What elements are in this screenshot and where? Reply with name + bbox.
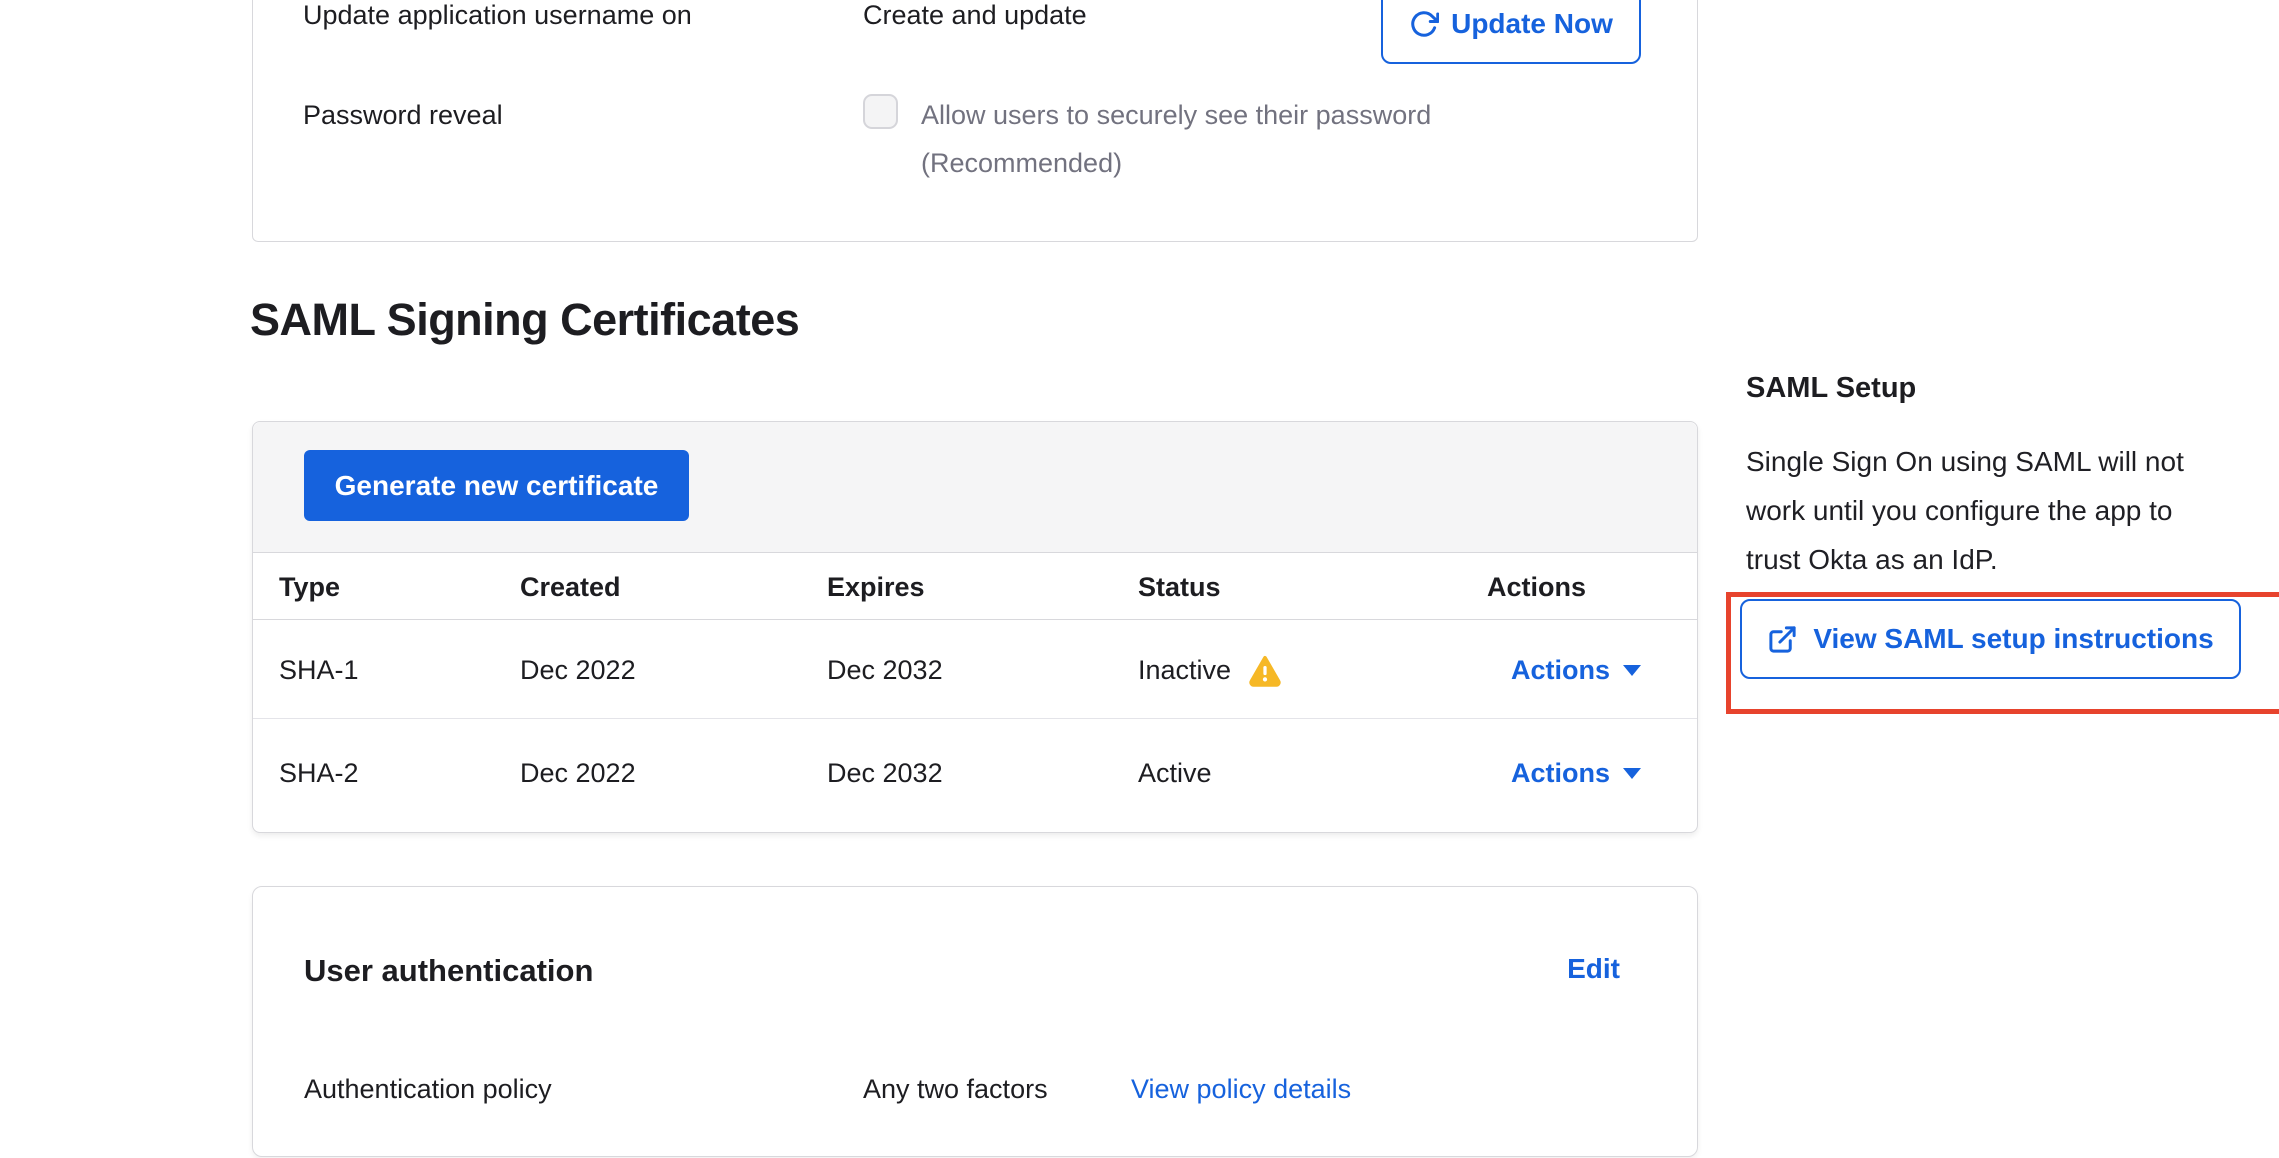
table-row-sha2: SHA-2 Dec 2022 Dec 2032 Active Actions (253, 720, 1697, 826)
view-saml-setup-instructions-label: View SAML setup instructions (1813, 623, 2213, 655)
password-reveal-checkbox[interactable] (863, 94, 898, 129)
cert-status-text: Inactive (1138, 621, 1231, 719)
row-actions-label: Actions (1511, 621, 1610, 719)
cert-created: Dec 2022 (520, 621, 636, 719)
warning-icon (1247, 653, 1283, 687)
update-now-label: Update Now (1451, 8, 1613, 40)
view-saml-setup-instructions-button[interactable]: View SAML setup instructions (1740, 599, 2241, 679)
authentication-policy-label: Authentication policy (304, 1067, 552, 1111)
saml-setup-description-line: work until you configure the app to (1746, 486, 2236, 535)
cert-expires: Dec 2032 (827, 621, 943, 719)
authentication-policy-value: Any two factors (863, 1067, 1048, 1111)
row-actions-dropdown[interactable]: Actions (1511, 720, 1641, 826)
cert-status: Active (1138, 720, 1212, 826)
column-header-expires: Expires (827, 554, 925, 620)
cert-status: Inactive (1138, 621, 1283, 719)
saml-setup-description: Single Sign On using SAML will not work … (1746, 437, 2236, 584)
password-reveal-option-text: Allow users to securely see their passwo… (921, 95, 1431, 135)
row-actions-label: Actions (1511, 720, 1610, 826)
cert-type: SHA-1 (279, 621, 359, 719)
user-authentication-card: User authentication Edit Authentication … (252, 886, 1698, 1157)
saml-setup-description-line: trust Okta as an IdP. (1746, 535, 2236, 584)
cert-expires: Dec 2032 (827, 720, 943, 826)
generate-new-certificate-button[interactable]: Generate new certificate (304, 450, 689, 521)
chevron-down-icon (1623, 665, 1641, 676)
view-policy-details-link[interactable]: View policy details (1131, 1067, 1351, 1111)
app-settings-page: Update application username on Create an… (0, 0, 2279, 1158)
column-header-status: Status (1138, 554, 1221, 620)
cert-status-text: Active (1138, 720, 1212, 826)
edit-link[interactable]: Edit (1567, 953, 1620, 985)
column-header-actions: Actions (1487, 554, 1586, 620)
username-update-value: Create and update (863, 0, 1087, 35)
saml-signing-certificates-heading: SAML Signing Certificates (250, 294, 799, 346)
username-update-label: Update application username on (303, 0, 692, 35)
certificates-table-header: Type Created Expires Status Actions (253, 554, 1697, 620)
saml-setup-description-line: Single Sign On using SAML will not (1746, 437, 2236, 486)
row-actions-dropdown[interactable]: Actions (1511, 621, 1641, 719)
provisioning-card: Update application username on Create an… (252, 0, 1698, 242)
cert-created: Dec 2022 (520, 720, 636, 826)
external-link-icon (1767, 624, 1798, 655)
chevron-down-icon (1623, 768, 1641, 779)
column-header-created: Created (520, 554, 621, 620)
column-header-type: Type (279, 554, 340, 620)
certificates-card-header-strip: Generate new certificate (253, 422, 1697, 553)
cert-type: SHA-2 (279, 720, 359, 826)
password-reveal-label: Password reveal (303, 95, 503, 135)
update-now-button[interactable]: Update Now (1381, 0, 1641, 64)
certificates-card: Generate new certificate Type Created Ex… (252, 421, 1698, 833)
refresh-icon (1409, 9, 1439, 39)
password-reveal-recommended-note: (Recommended) (921, 143, 1122, 183)
table-row-sha1: SHA-1 Dec 2022 Dec 2032 Inactive Actions (253, 621, 1697, 719)
user-authentication-heading: User authentication (304, 949, 593, 993)
saml-setup-heading: SAML Setup (1746, 372, 1916, 405)
